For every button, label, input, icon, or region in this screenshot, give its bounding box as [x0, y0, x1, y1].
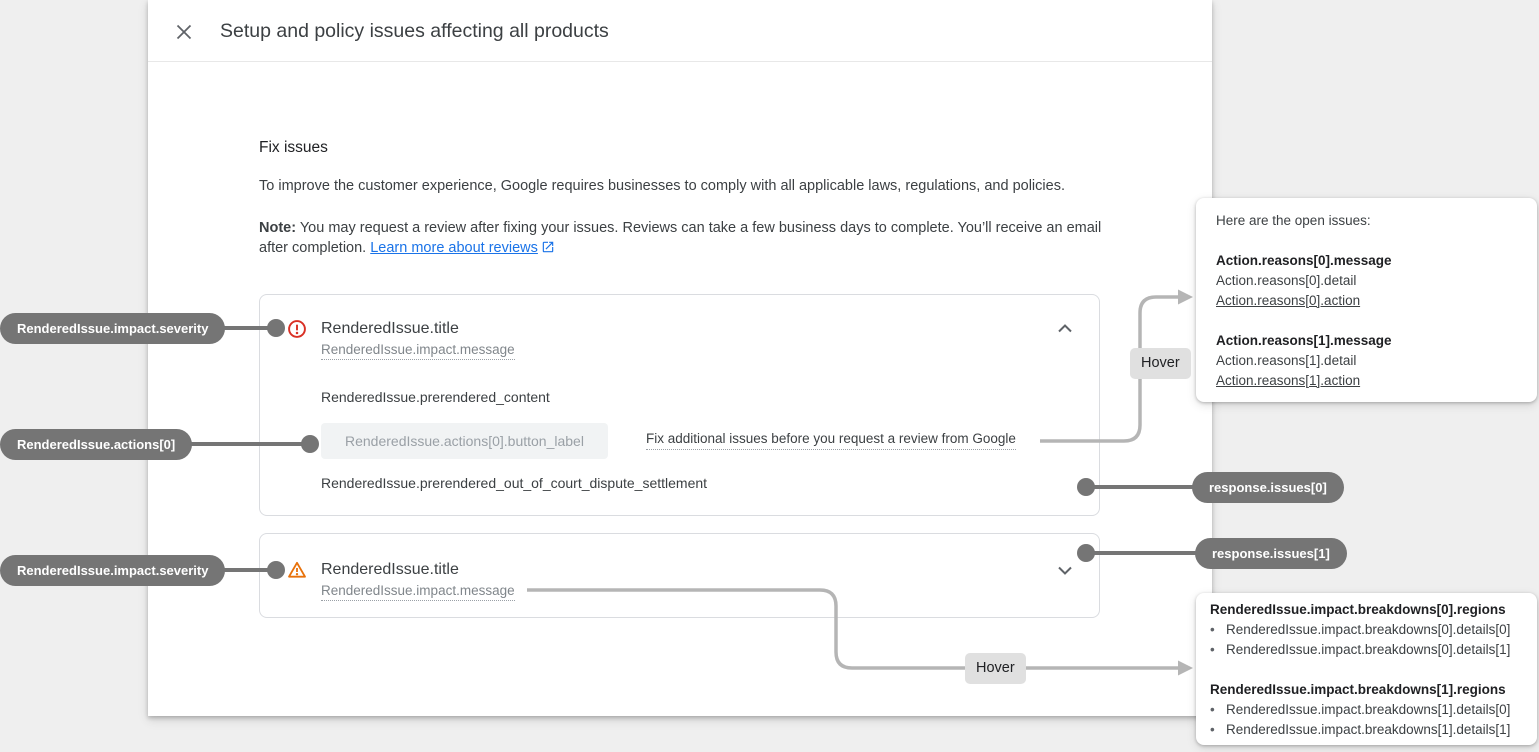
expand-button[interactable] — [1053, 558, 1077, 582]
dialog-header: Setup and policy issues affecting all pr… — [148, 0, 1212, 62]
hover-tag-bottom: Hover — [965, 653, 1026, 684]
annotation-pill-issues-0: response.issues[0] — [1192, 472, 1344, 503]
review-hint-text[interactable]: Fix additional issues before you request… — [646, 431, 1016, 450]
breakdown-regions: RenderedIssue.impact.breakdowns[0].regio… — [1210, 602, 1506, 618]
reason-message: Action.reasons[0].message — [1216, 253, 1392, 269]
annotation-pill-severity-1: RenderedIssue.impact.severity — [0, 555, 225, 586]
open-in-new-icon — [541, 240, 555, 260]
breakdown-detail: •RenderedIssue.impact.breakdowns[1].deta… — [1210, 702, 1510, 718]
chevron-down-icon — [1053, 558, 1077, 582]
section-heading: Fix issues — [259, 139, 328, 157]
impact-message[interactable]: RenderedIssue.impact.message — [321, 583, 515, 601]
annotation-pill-severity-0: RenderedIssue.impact.severity — [0, 313, 225, 344]
reason-message: Action.reasons[1].message — [1216, 333, 1392, 349]
breakdown-detail: •RenderedIssue.impact.breakdowns[1].deta… — [1210, 722, 1510, 738]
annotation-pill-actions: RenderedIssue.actions[0] — [0, 429, 192, 460]
reason-action-link[interactable]: Action.reasons[1].action — [1216, 373, 1360, 389]
reason-detail: Action.reasons[1].detail — [1216, 353, 1356, 369]
tooltip-heading: Here are the open issues: — [1216, 213, 1371, 229]
bullet-icon: • — [1210, 702, 1226, 718]
bullet-icon: • — [1210, 622, 1226, 638]
bullet-icon: • — [1210, 722, 1226, 738]
issue-card-0: RenderedIssue.title RenderedIssue.impact… — [259, 294, 1100, 516]
learn-more-link[interactable]: Learn more about reviews — [370, 240, 538, 256]
dialog-panel: Setup and policy issues affecting all pr… — [148, 0, 1212, 716]
note-label: Note: — [259, 220, 296, 236]
reason-action-link[interactable]: Action.reasons[0].action — [1216, 293, 1360, 309]
reason-detail: Action.reasons[0].detail — [1216, 273, 1356, 289]
annotated-screenshot: { "window": { "title": "Setup and policy… — [0, 0, 1539, 752]
tooltip-breakdowns: RenderedIssue.impact.breakdowns[0].regio… — [1196, 593, 1537, 745]
tooltip-open-issues: Here are the open issues: Action.reasons… — [1196, 198, 1537, 402]
annotation-pill-issues-1: response.issues[1] — [1195, 538, 1347, 569]
close-button[interactable] — [174, 22, 194, 42]
error-icon — [287, 319, 307, 339]
bullet-icon: • — [1210, 642, 1226, 658]
breakdown-detail: •RenderedIssue.impact.breakdowns[0].deta… — [1210, 622, 1510, 638]
issue-action-button[interactable]: RenderedIssue.actions[0].button_label — [321, 423, 608, 459]
prerendered-content: RenderedIssue.prerendered_content — [321, 389, 550, 405]
settlement-text: RenderedIssue.prerendered_out_of_court_d… — [321, 475, 707, 491]
dialog-title: Setup and policy issues affecting all pr… — [220, 20, 609, 43]
hover-tag-top: Hover — [1130, 348, 1191, 379]
issue-card-1: RenderedIssue.title RenderedIssue.impact… — [259, 533, 1100, 618]
collapse-button[interactable] — [1053, 317, 1077, 341]
intro-text: To improve the customer experience, Goog… — [259, 178, 1065, 194]
breakdown-regions: RenderedIssue.impact.breakdowns[1].regio… — [1210, 682, 1506, 698]
chevron-up-icon — [1053, 317, 1077, 341]
warning-icon — [287, 560, 307, 580]
breakdown-detail: •RenderedIssue.impact.breakdowns[0].deta… — [1210, 642, 1510, 658]
impact-message[interactable]: RenderedIssue.impact.message — [321, 342, 515, 360]
issue-title: RenderedIssue.title — [321, 561, 459, 579]
close-icon — [174, 22, 194, 42]
issue-title: RenderedIssue.title — [321, 320, 459, 338]
note-text: Note: You may request a review after fix… — [259, 218, 1104, 260]
